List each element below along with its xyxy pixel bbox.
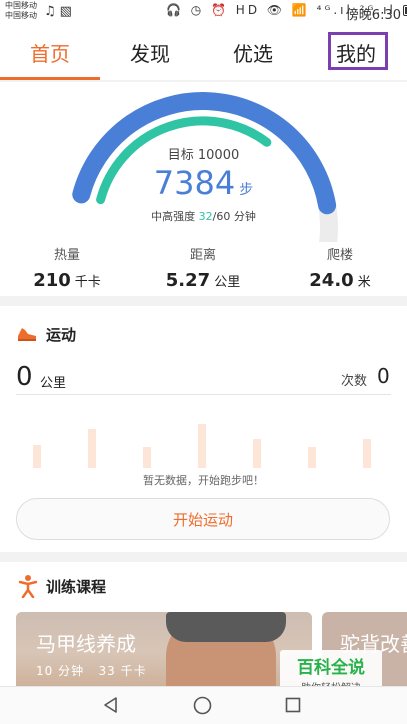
battery-icon <box>402 5 407 16</box>
course-meta: 10 分钟 33 千卡 <box>36 662 147 679</box>
intensity-value: 32 <box>198 210 213 223</box>
step-target: 目标 10000 <box>167 148 240 163</box>
system-nav-bar <box>0 686 407 724</box>
placeholder-bar <box>33 445 41 468</box>
course-duration: 10 分钟 <box>36 664 85 678</box>
placeholder-bar <box>363 439 371 468</box>
steps-count-row: 7384 步 <box>0 164 407 202</box>
carrier-1: 中国移动 <box>5 1 37 10</box>
course-card-1[interactable]: 马甲线养成 10 分钟 33 千卡 <box>16 612 312 686</box>
start-exercise-button[interactable]: 开始运动 <box>16 498 390 540</box>
metric-distance-value: 5.27 <box>165 270 211 291</box>
recent-apps-icon[interactable] <box>285 697 301 713</box>
tab-featured[interactable]: 优选 <box>233 38 273 67</box>
metric-floors-label: 爬楼 <box>326 248 353 263</box>
status-bar: 中国移动 中国移动 ♫▧ 🎧 ◷ ⏰ HD 👁 📶 ⁴ᴳ.ıl ²ᴳ.ıl 傍晚… <box>0 0 407 26</box>
running-shoe-icon <box>18 328 36 341</box>
metric-floors-unit: 米 <box>357 275 371 290</box>
tab-home[interactable]: 首页 <box>30 38 70 67</box>
activity-icon: ▧ <box>59 4 76 19</box>
metric-calories-unit: 千卡 <box>74 275 101 290</box>
steps-count: 7384 <box>153 164 236 202</box>
metric-floors: 爬楼 24.0 米 <box>275 244 405 291</box>
back-icon[interactable] <box>102 696 120 714</box>
placeholder-bar <box>308 447 316 468</box>
active-tab-indicator <box>0 77 100 80</box>
placeholder-bar <box>88 429 96 468</box>
course-image-clothing <box>166 612 286 642</box>
tab-me[interactable]: 我的 <box>336 38 376 67</box>
training-courses-title: 训练课程 <box>46 578 107 596</box>
exercise-count-value: 0 <box>377 364 390 388</box>
metric-calories-label: 热量 <box>53 248 80 263</box>
intensity-label: 中高强度 <box>151 210 199 223</box>
no-data-message: 暂无数据，开始跑步吧！ <box>143 474 264 487</box>
metric-calories: 热量 210 千卡 <box>2 244 132 291</box>
tab-discover[interactable]: 发现 <box>130 38 170 67</box>
placeholder-bar <box>143 447 151 468</box>
exercise-distance-unit: 公里 <box>40 376 67 391</box>
status-notification-icons: ♫▧ <box>44 4 76 19</box>
placeholder-bar <box>253 439 261 468</box>
course-calories: 33 千卡 <box>98 664 147 678</box>
activity-summary-card[interactable]: 目标 10000 7384 步 中高强度 32/60 分钟 热量 210 千卡 距离… <box>0 82 407 296</box>
exercise-count-label: 次数 <box>341 374 368 389</box>
divider <box>16 394 391 395</box>
metric-distance-unit: 公里 <box>214 275 241 290</box>
music-note-icon: ♫ <box>44 4 60 19</box>
metric-floors-value: 24.0 <box>309 270 354 291</box>
steps-unit: 步 <box>239 182 254 198</box>
carrier-2: 中国移动 <box>5 11 37 20</box>
carrier-label: 中国移动 中国移动 <box>5 1 37 21</box>
course-name: 马甲线养成 <box>36 632 136 656</box>
status-time: 傍晚6:30 <box>345 8 401 23</box>
intensity-goal: /60 分钟 <box>212 210 256 223</box>
training-figure-icon <box>18 575 38 598</box>
exercise-distance-value: 0 <box>16 362 33 392</box>
metric-distance: 距离 5.27 公里 <box>138 244 268 291</box>
watermark-title: 百科全说 <box>297 658 365 678</box>
intensity-minutes: 中高强度 32/60 分钟 <box>0 208 407 224</box>
exercise-card[interactable]: 运动 0 公里 次数 0 暂无数据，开始跑步吧！ 开始运动 <box>0 306 407 552</box>
exercise-title: 运动 <box>46 326 77 344</box>
home-icon[interactable] <box>193 696 212 715</box>
metric-calories-value: 210 <box>33 270 71 291</box>
top-tab-bar: 首页 发现 优选 我的 <box>0 26 407 80</box>
metric-distance-label: 距离 <box>189 248 216 263</box>
placeholder-bar <box>198 424 206 468</box>
